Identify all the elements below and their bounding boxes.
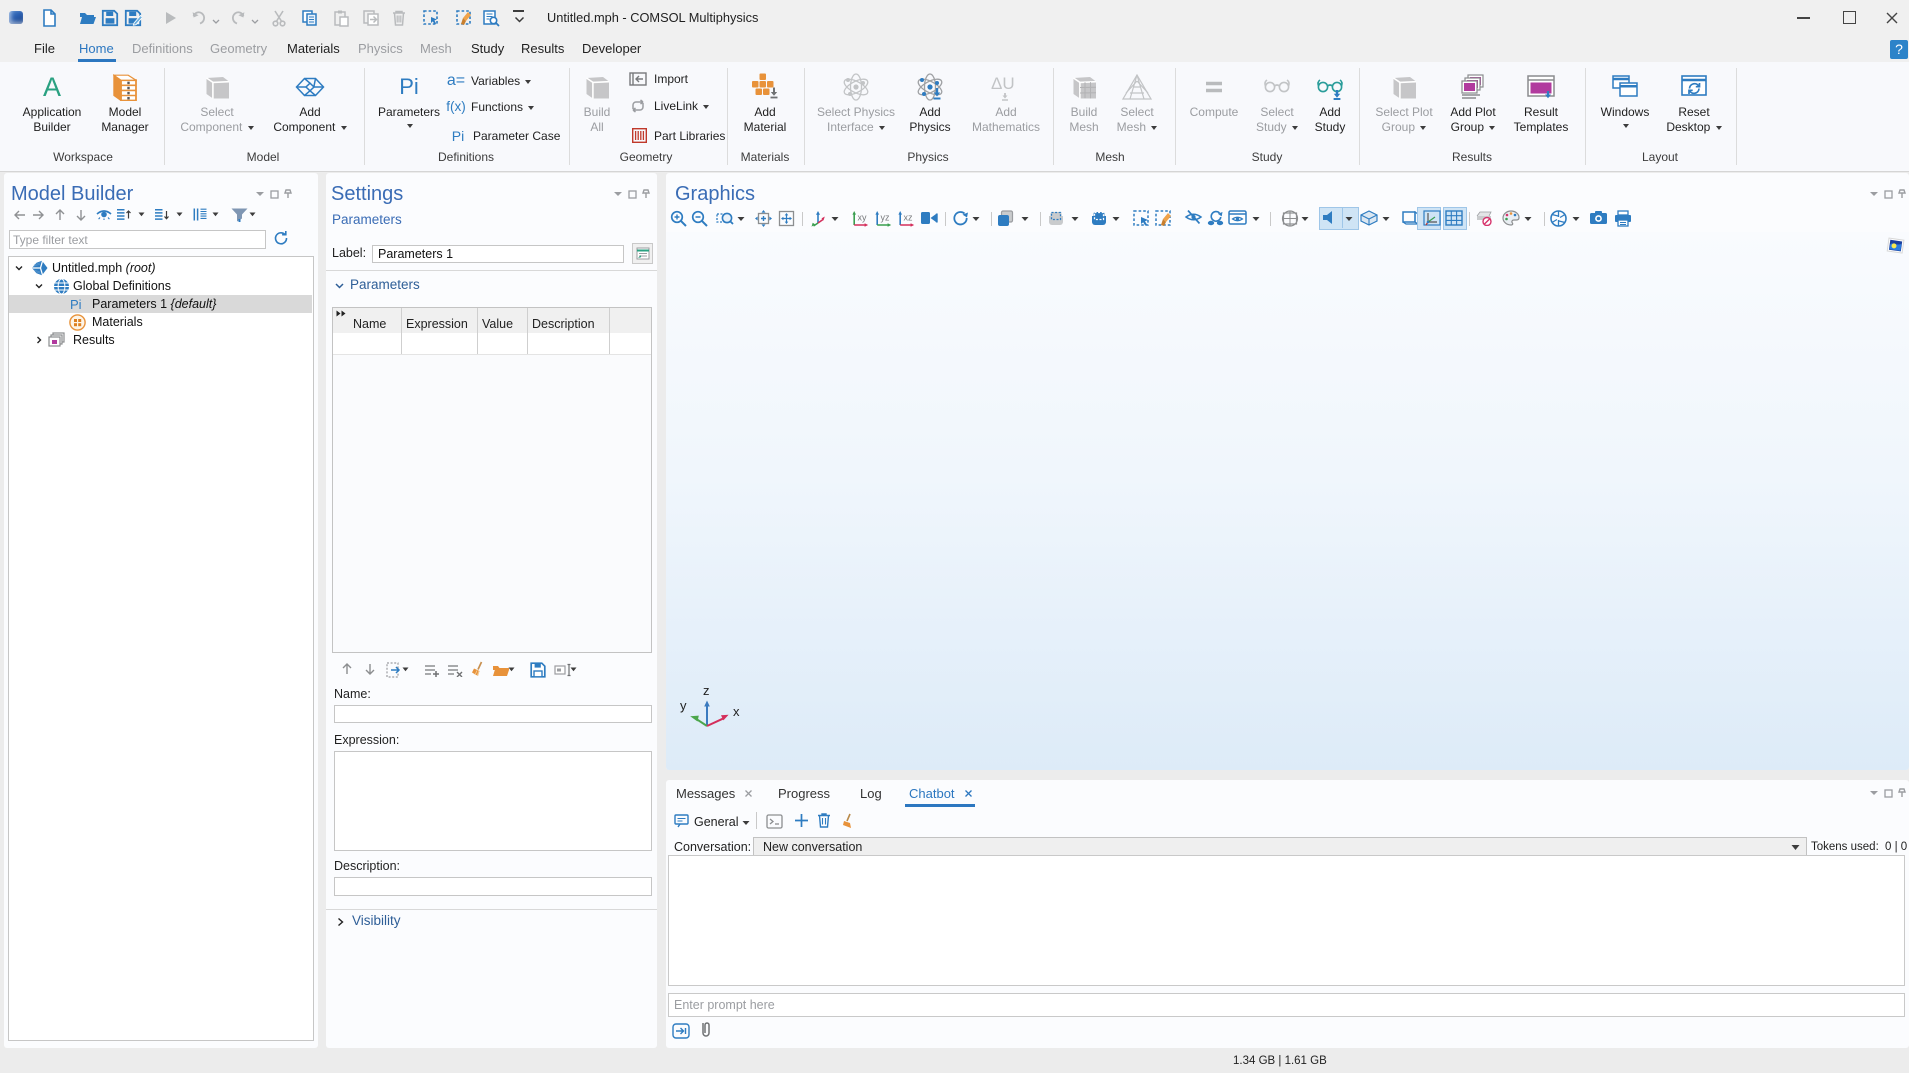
svg-text:ΔU: ΔU: [991, 74, 1015, 93]
svg-text:x: x: [733, 704, 740, 719]
svg-text:z: z: [703, 683, 710, 698]
svg-text:xy: xy: [858, 213, 868, 223]
svg-text:xz: xz: [904, 213, 914, 223]
svg-text:y: y: [680, 698, 687, 713]
svg-text:yz: yz: [881, 213, 891, 223]
